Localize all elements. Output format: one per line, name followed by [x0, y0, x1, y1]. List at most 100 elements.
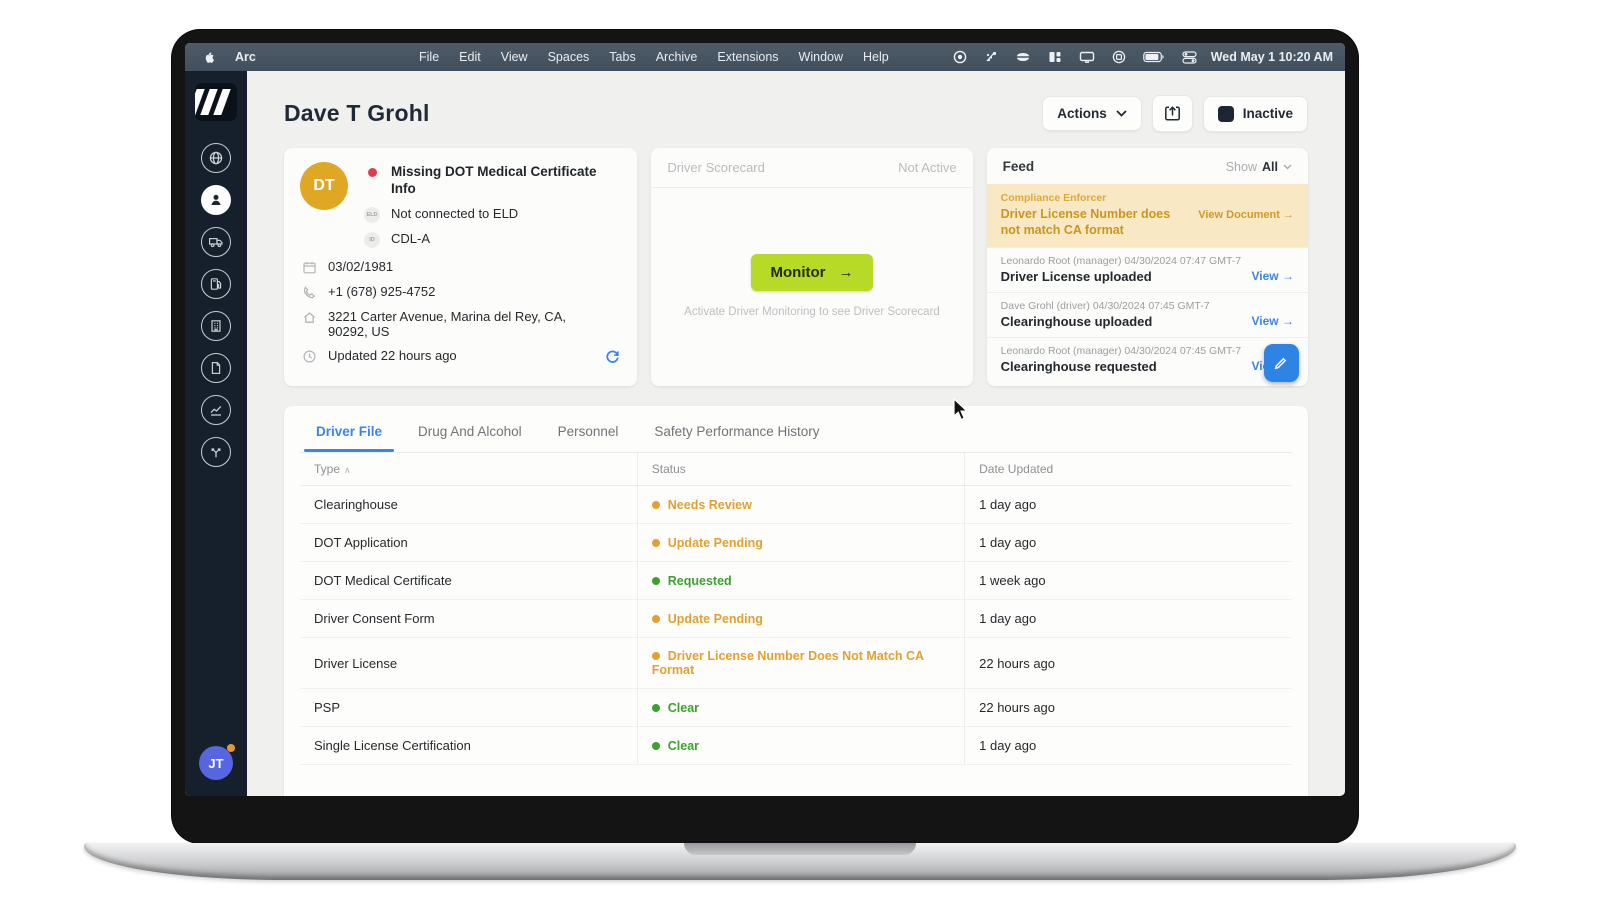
apple-menu-icon[interactable]	[197, 50, 225, 65]
shortcuts-icon[interactable]	[1112, 50, 1126, 64]
menubar-item-help[interactable]: Help	[853, 43, 899, 71]
cell-date: 1 day ago	[965, 600, 1292, 638]
feed-item-meta: Leonardo Root (manager) 04/30/2024 07:47…	[1001, 255, 1294, 267]
menubar-status-icons	[953, 50, 1197, 64]
view-document-link[interactable]: View Document →	[1198, 209, 1294, 221]
feed-show-filter[interactable]: Show All	[1226, 160, 1292, 174]
edit-button[interactable]	[1264, 344, 1299, 382]
screen-record-icon[interactable]	[953, 50, 967, 64]
cloud-app-icon[interactable]	[1015, 50, 1031, 64]
menubar-clock[interactable]: Wed May 1 10:20 AM	[1211, 50, 1333, 64]
upload-document-button[interactable]	[1152, 95, 1193, 132]
laptop-screen: Arc File Edit View Spaces Tabs Archive E…	[185, 43, 1345, 796]
monitor-button[interactable]: Monitor →	[751, 254, 874, 291]
driver-scorecard-card: Driver Scorecard Not Active Monitor → Ac…	[651, 148, 972, 386]
table-row[interactable]: Single License Certification Clear 1 day…	[300, 727, 1292, 765]
control-center-icon[interactable]	[1182, 51, 1197, 64]
phone-icon	[302, 285, 317, 300]
user-initials: JT	[208, 756, 223, 771]
updated-row: Updated 22 hours ago	[300, 348, 621, 365]
sidebar-item-drivers[interactable]	[201, 185, 231, 215]
phone-row: +1 (678) 925-4752	[300, 284, 621, 300]
feed-item-meta: Leonardo Root (manager) 04/30/2024 07:45…	[1001, 345, 1294, 357]
feed-title: Feed	[1003, 159, 1035, 174]
tab-drug-and-alcohol[interactable]: Drug And Alcohol	[418, 424, 522, 452]
sidebar-item-company[interactable]	[201, 311, 231, 341]
battery-icon[interactable]	[1143, 51, 1165, 63]
cell-status: Clear	[637, 727, 964, 765]
menubar-item-file[interactable]: File	[409, 43, 449, 71]
laptop-base-notch	[684, 843, 916, 855]
alert-message: Driver License Number does not match CA …	[1001, 206, 1191, 239]
user-avatar[interactable]: JT	[199, 746, 233, 780]
building-icon	[208, 318, 224, 334]
table-row[interactable]: Driver License Driver License Number Doe…	[300, 638, 1292, 689]
sidebar-item-fuel[interactable]	[201, 269, 231, 299]
license-class-row: ID CDL-A	[363, 231, 621, 248]
display-icon[interactable]	[1079, 50, 1095, 64]
app-logo[interactable]	[195, 83, 237, 121]
summary-cards: DT Missing DOT Medical Certificate Info …	[284, 148, 1308, 386]
feed-item-view-link[interactable]: View →	[1252, 269, 1294, 283]
column-header-status[interactable]: Status	[637, 453, 964, 486]
table-row[interactable]: PSP Clear 22 hours ago	[300, 689, 1292, 727]
feed-item-view-link[interactable]: View →	[1252, 314, 1294, 328]
menubar-item-tabs[interactable]: Tabs	[599, 43, 645, 71]
sidebar-item-documents[interactable]	[201, 353, 231, 383]
status-dot-icon	[652, 577, 660, 585]
header-actions: Actions Inactive	[1042, 95, 1308, 132]
person-icon	[208, 192, 224, 208]
sidebar-item-dispatch[interactable]	[201, 437, 231, 467]
menubar-item-arc[interactable]: Arc	[225, 43, 409, 71]
cell-status: Driver License Number Does Not Match CA …	[637, 638, 964, 689]
sidebar-item-vehicles[interactable]	[201, 227, 231, 257]
cell-status: Update Pending	[637, 524, 964, 562]
app-window: JT Dave T Grohl Actions	[185, 71, 1345, 796]
table-row[interactable]: Driver Consent Form Update Pending 1 day…	[300, 600, 1292, 638]
scorecard-hint: Activate Driver Monitoring to see Driver…	[684, 306, 940, 318]
menubar-item-window[interactable]: Window	[789, 43, 853, 71]
menubar-item-view[interactable]: View	[491, 43, 538, 71]
feed-show-label: Show	[1226, 160, 1257, 174]
dob-row: 03/02/1981	[300, 259, 621, 275]
fuel-pump-icon	[208, 276, 224, 292]
cell-type: DOT Medical Certificate	[300, 562, 637, 600]
eld-badge-icon: ELD	[364, 207, 380, 223]
keyboard-settings-icon[interactable]	[984, 50, 998, 64]
column-header-type[interactable]: Type∧	[300, 453, 637, 486]
column-header-date-updated[interactable]: Date Updated	[965, 453, 1292, 486]
refresh-icon	[604, 348, 621, 365]
tab-personnel[interactable]: Personnel	[558, 424, 619, 452]
menubar-item-edit[interactable]: Edit	[449, 43, 491, 71]
page-title: Dave T Grohl	[284, 100, 430, 127]
stage-manager-icon[interactable]	[1048, 50, 1062, 64]
menubar-item-archive[interactable]: Archive	[646, 43, 708, 71]
table-row[interactable]: DOT Medical Certificate Requested 1 week…	[300, 562, 1292, 600]
phone-text: +1 (678) 925-4752	[328, 284, 435, 299]
table-row[interactable]: Clearinghouse Needs Review 1 day ago	[300, 486, 1292, 524]
inactive-toggle[interactable]: Inactive	[1203, 96, 1308, 132]
feed-item-text: Driver License uploaded	[1001, 269, 1152, 284]
status-dot-icon	[652, 539, 660, 547]
cell-date: 1 day ago	[965, 727, 1292, 765]
menubar-item-extensions[interactable]: Extensions	[707, 43, 788, 71]
driver-file-section: Driver File Drug And Alcohol Personnel S…	[284, 406, 1308, 796]
status-dot-icon	[652, 742, 660, 750]
address-row: 3221 Carter Avenue, Marina del Rey, CA, …	[300, 309, 621, 339]
cell-type: Driver License	[300, 638, 637, 689]
sidebar-nav	[201, 143, 231, 467]
inactive-label: Inactive	[1243, 106, 1293, 121]
dob-text: 03/02/1981	[328, 259, 393, 274]
table-row[interactable]: DOT Application Update Pending 1 day ago	[300, 524, 1292, 562]
logo-slashes-icon	[195, 89, 231, 115]
cell-date: 1 day ago	[965, 486, 1292, 524]
sidebar-item-dashboard[interactable]	[201, 143, 231, 173]
tab-safety-performance-history[interactable]: Safety Performance History	[654, 424, 819, 452]
tab-driver-file[interactable]: Driver File	[316, 424, 382, 452]
actions-button[interactable]: Actions	[1042, 96, 1142, 131]
refresh-button[interactable]	[604, 348, 621, 365]
sidebar-item-reports[interactable]	[201, 395, 231, 425]
license-class-text: CDL-A	[391, 231, 430, 246]
eld-status-text: Not connected to ELD	[391, 206, 518, 221]
menubar-item-spaces[interactable]: Spaces	[538, 43, 600, 71]
